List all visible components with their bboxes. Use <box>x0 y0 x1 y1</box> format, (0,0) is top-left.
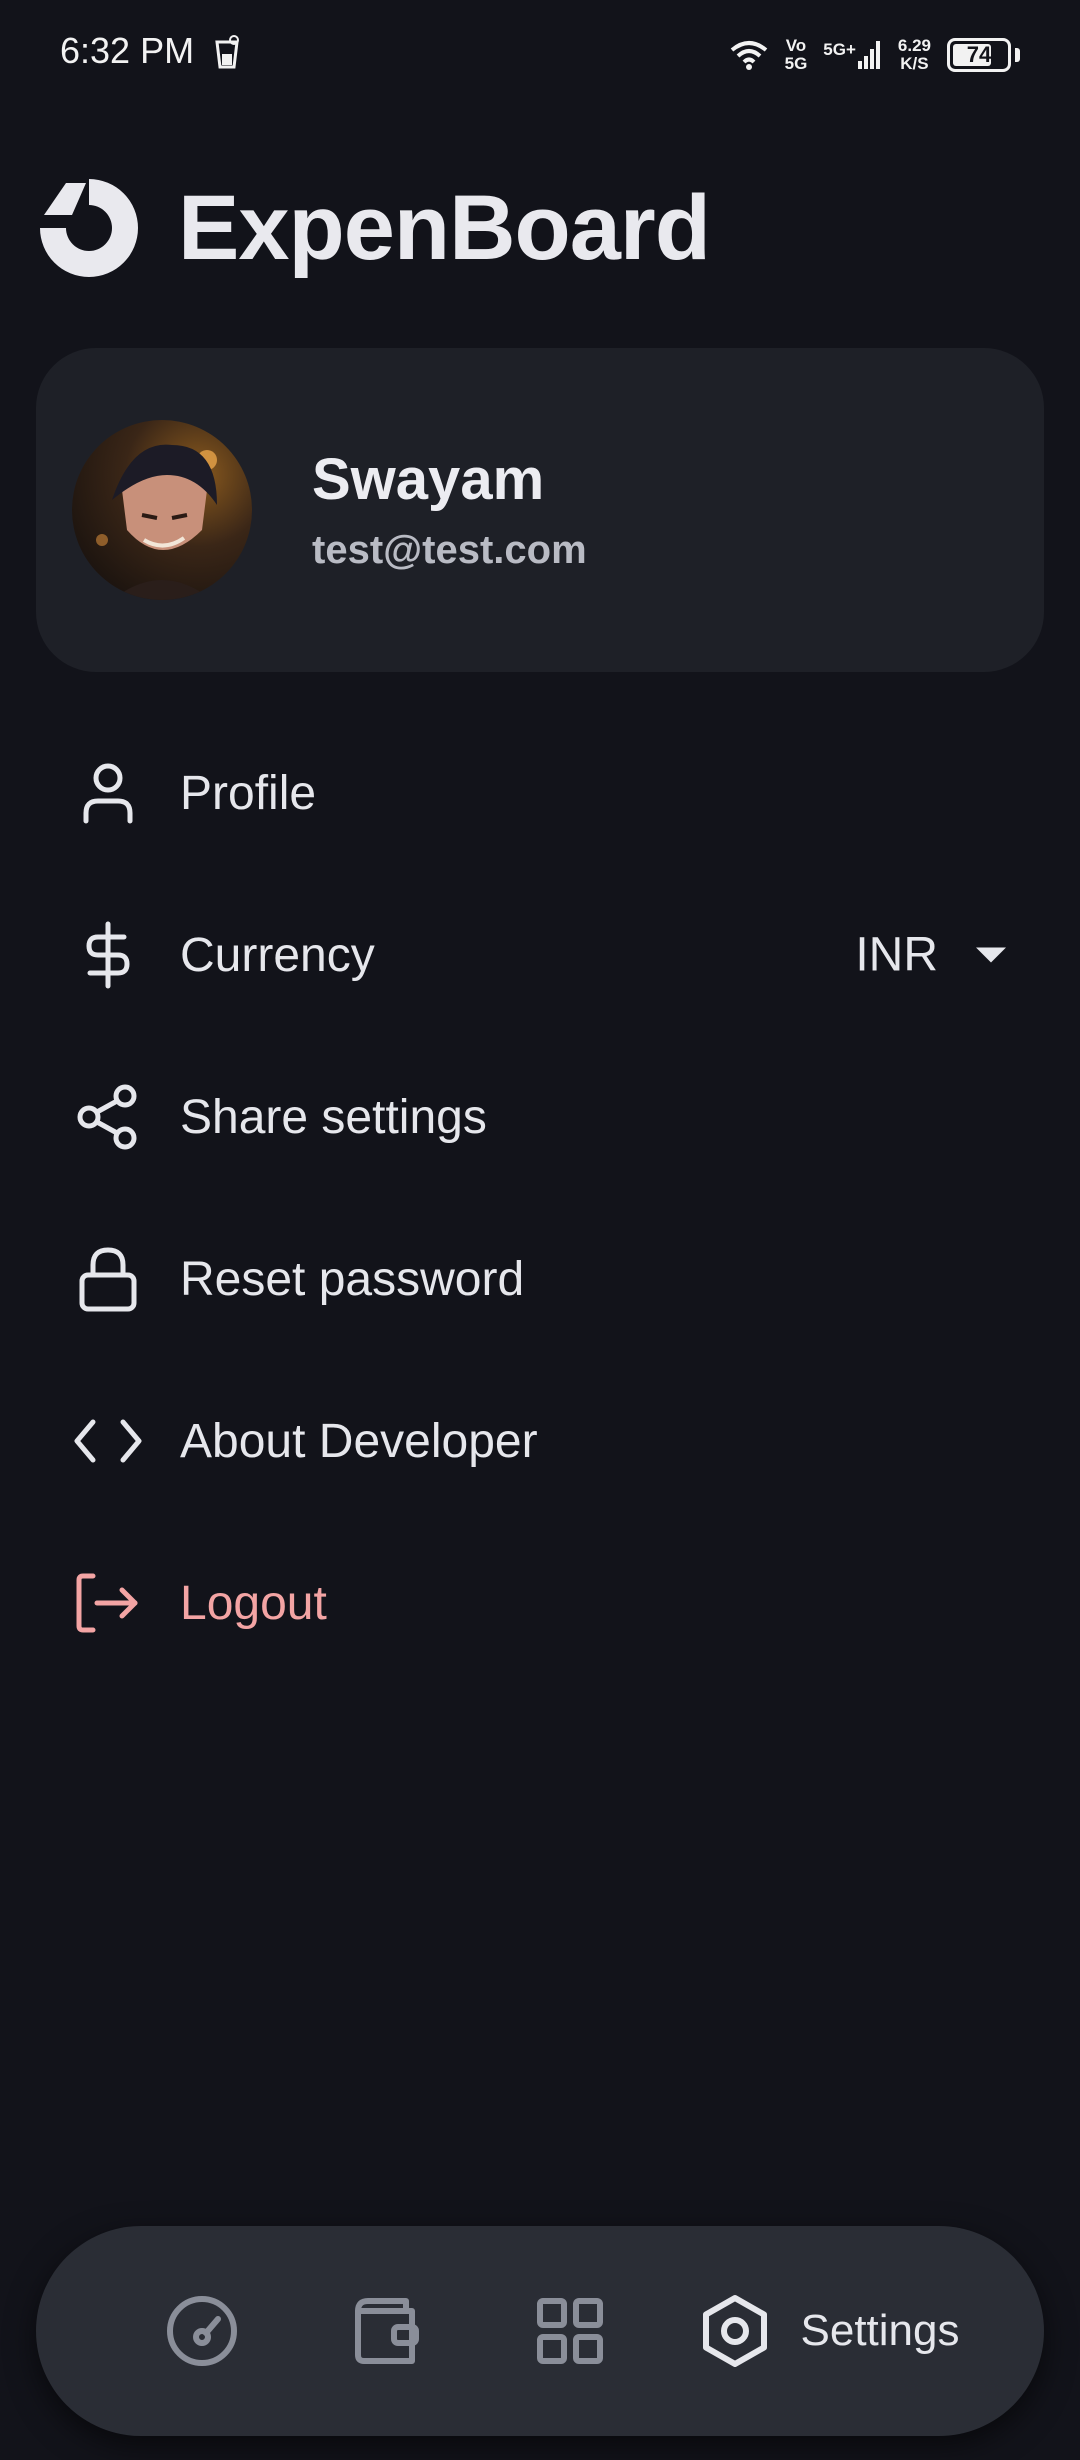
avatar-image <box>72 420 252 600</box>
grid-icon <box>537 2298 603 2364</box>
network-speed: 6.29 K/S <box>897 36 931 73</box>
settings-hex-icon <box>702 2295 767 2367</box>
code-icon <box>72 1405 144 1477</box>
nav-settings-button[interactable]: Settings <box>678 2226 978 2436</box>
status-bar: 6:32 PM Vo 5G 5G+ 6.29 K/S 74 <box>0 0 1080 110</box>
battery-tip <box>1015 48 1020 62</box>
menu-item-profile[interactable]: Profile <box>0 712 1080 874</box>
nav-settings-label: Settings <box>800 2306 960 2355</box>
share-icon <box>72 1081 144 1153</box>
signal-indicator: 5G+ <box>823 41 882 69</box>
user-email: test@test.com <box>312 528 587 572</box>
menu-item-share-settings[interactable]: Share settings <box>0 1036 1080 1198</box>
user-icon <box>72 757 144 829</box>
dashboard-gauge-icon <box>167 2296 237 2366</box>
settings-screen: 6:32 PM Vo 5G 5G+ 6.29 K/S 74 ExpenBoard… <box>0 0 1080 2460</box>
status-indicators: Vo 5G 5G+ 6.29 K/S 74 <box>729 30 1020 80</box>
app-header: ExpenBoard <box>36 172 711 284</box>
caret-down-icon <box>976 947 1006 963</box>
profile-card[interactable]: Swayam test@test.com <box>36 348 1044 672</box>
app-title: ExpenBoard <box>178 176 711 279</box>
battery-icon: 74 <box>947 38 1011 72</box>
nav-wallet-button[interactable] <box>316 2226 456 2436</box>
menu-item-currency[interactable]: Currency INR <box>0 874 1080 1036</box>
currency-value: INR <box>855 928 938 982</box>
menu-label-reset-password: Reset password <box>180 1252 525 1306</box>
alarm-cup-icon <box>215 35 239 69</box>
menu-label-logout: Logout <box>180 1576 327 1630</box>
logout-icon <box>72 1567 144 1639</box>
wallet-icon <box>355 2298 419 2364</box>
volte-indicator: Vo 5G <box>784 36 808 73</box>
dollar-icon <box>72 919 144 991</box>
expenboard-logo-icon <box>40 179 138 277</box>
signal-label: 5G+ <box>823 40 856 59</box>
menu-label-share-settings: Share settings <box>180 1090 487 1144</box>
currency-dropdown[interactable]: INR <box>855 928 1006 983</box>
menu-label-profile: Profile <box>180 766 317 820</box>
nav-dashboard-button[interactable] <box>132 2226 272 2436</box>
settings-menu: Profile Currency INR Share settings Rese… <box>0 712 1080 1684</box>
nav-grid-button[interactable] <box>500 2226 640 2436</box>
menu-label-currency: Currency <box>180 928 375 982</box>
avatar[interactable] <box>72 420 252 600</box>
wifi-icon <box>730 41 767 70</box>
bottom-nav: Settings <box>36 2226 1044 2436</box>
battery-level: 74 <box>966 42 992 67</box>
menu-item-logout[interactable]: Logout <box>0 1522 1080 1684</box>
status-time: 6:32 PM <box>60 30 195 71</box>
user-name: Swayam <box>312 447 545 512</box>
lock-icon <box>72 1243 144 1315</box>
signal-bars-icon <box>857 41 880 69</box>
menu-item-reset-password[interactable]: Reset password <box>0 1198 1080 1360</box>
menu-label-about-developer: About Developer <box>180 1414 538 1468</box>
menu-item-about-developer[interactable]: About Developer <box>0 1360 1080 1522</box>
